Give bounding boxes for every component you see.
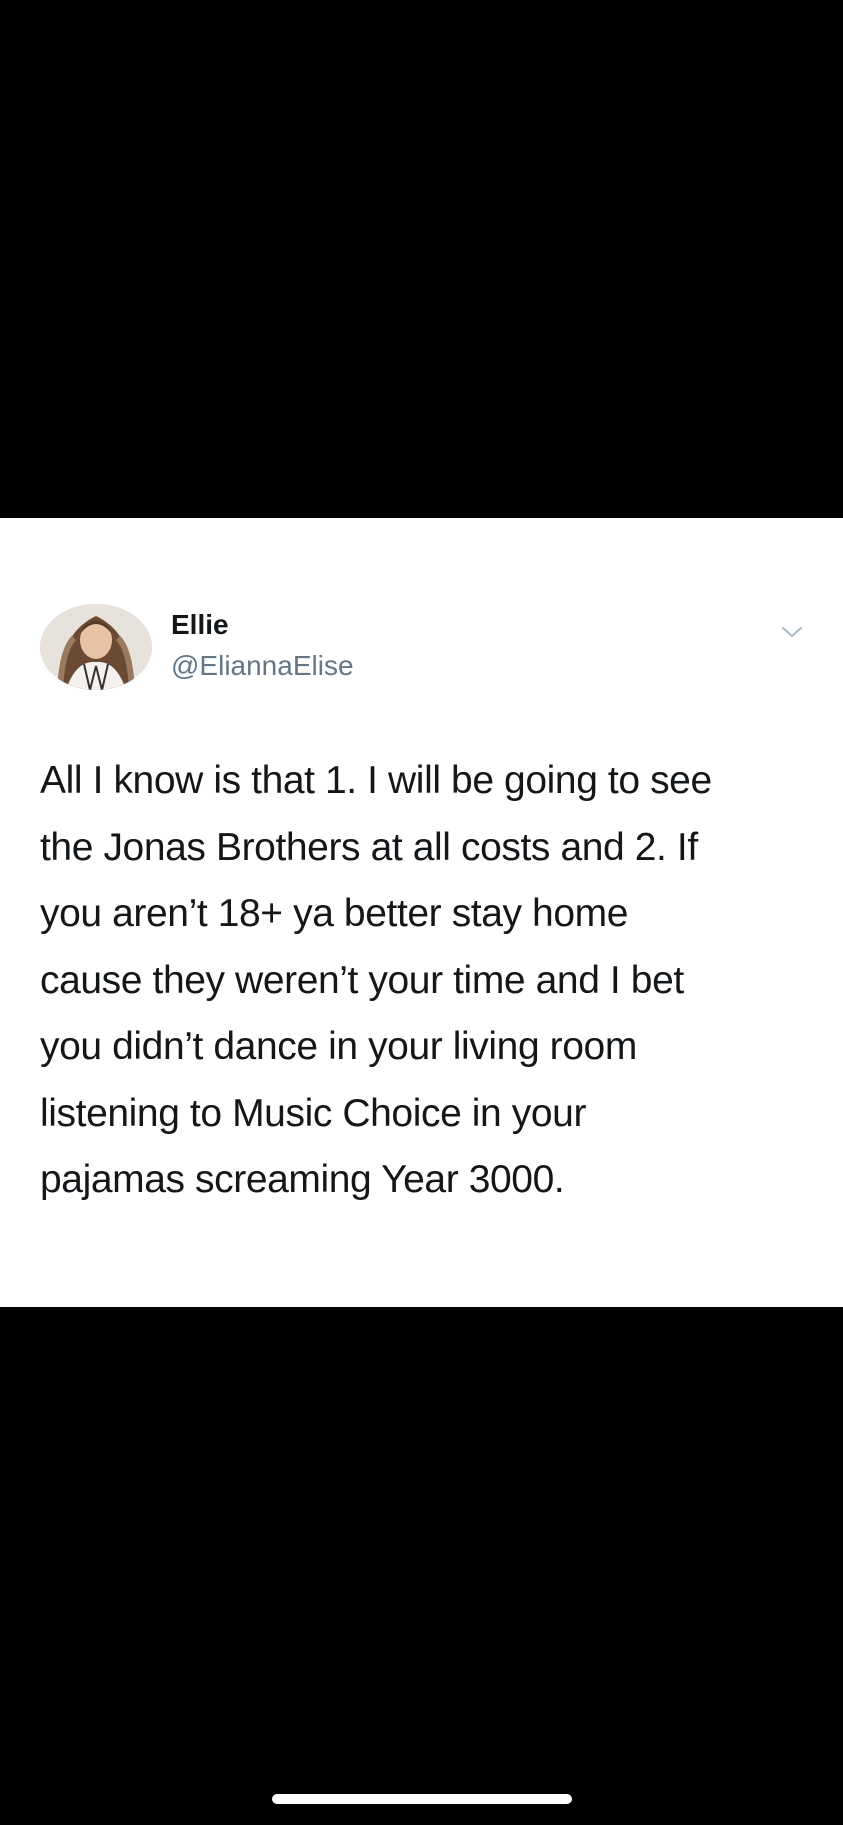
tweet-text-line: you didn’t dance in your living room [40, 1025, 637, 1068]
tweet-text-line: pajamas screaming Year 3000. [40, 1158, 565, 1201]
home-indicator[interactable] [272, 1794, 572, 1804]
tweet-card: Ellie @EliannaElise All I know is that 1… [0, 518, 843, 1307]
user-handle[interactable]: @EliannaElise [171, 649, 354, 683]
tweet-text-line: All I know is that 1. I will be going to… [40, 759, 712, 802]
tweet-text: All I know is that 1. I will be going to… [40, 748, 830, 1214]
chevron-down-icon[interactable] [778, 618, 806, 646]
profile-photo-icon [40, 604, 152, 690]
avatar[interactable] [40, 604, 152, 690]
tweet-text-line: you aren’t 18+ ya better stay home [40, 892, 629, 935]
tweet-text-line: cause they weren’t your time and I bet [40, 958, 684, 1002]
tweet-text-line: listening to Music Choice in your [40, 1091, 587, 1135]
display-name[interactable]: Ellie [171, 608, 229, 642]
tweet-text-line: the Jonas Brothers at all costs and 2. I… [40, 825, 698, 869]
